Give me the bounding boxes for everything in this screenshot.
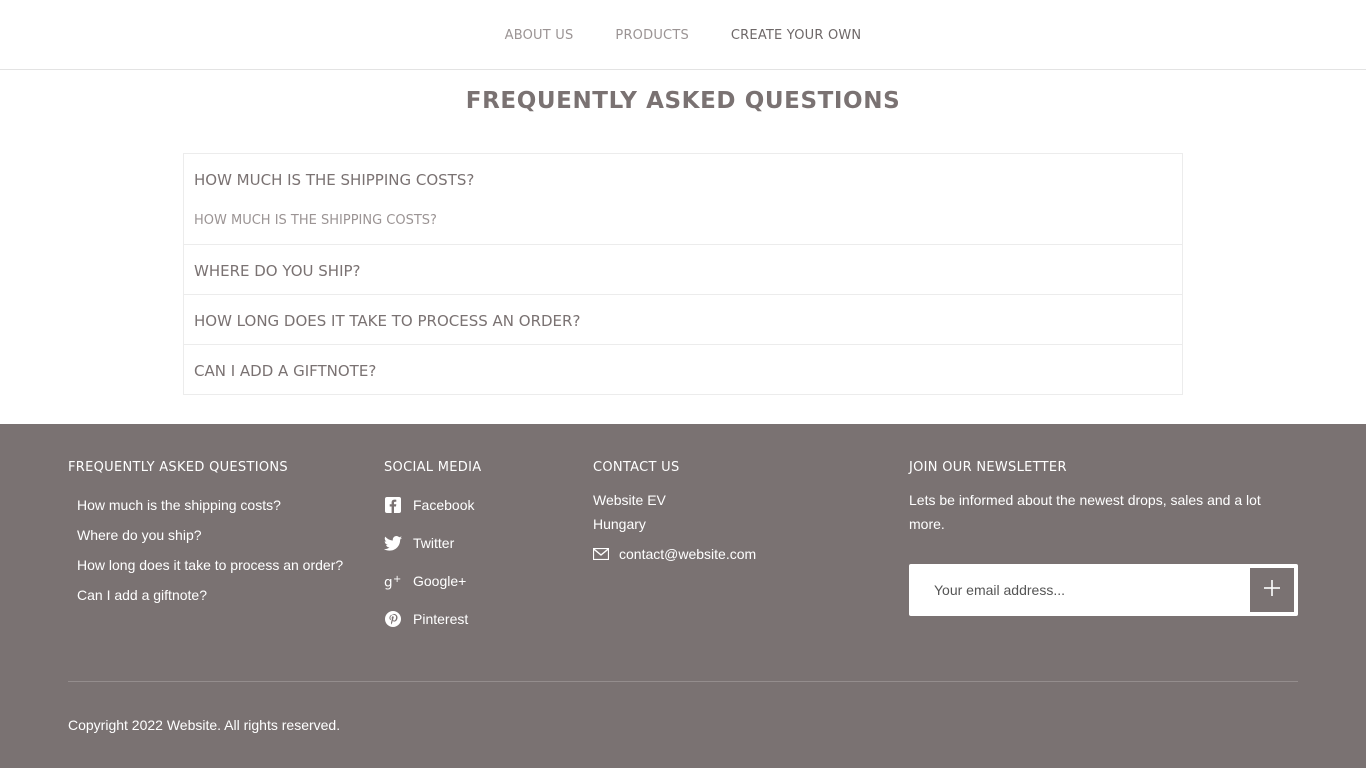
- faq-answer: HOW MUCH IS THE SHIPPING COSTS?: [194, 213, 437, 228]
- social-label: Pinterest: [413, 611, 469, 627]
- social-label: Twitter: [413, 535, 455, 551]
- faq-question[interactable]: HOW LONG DOES IT TAKE TO PROCESS AN ORDE…: [184, 295, 1182, 344]
- footer-faq-link[interactable]: How long does it take to process an orde…: [68, 550, 368, 580]
- pinterest-icon: [384, 610, 402, 628]
- faq-item: HOW MUCH IS THE SHIPPING COSTS? HOW MUCH…: [184, 154, 1182, 245]
- main-nav: ABOUT US PRODUCTS CREATE YOUR OWN: [0, 0, 1366, 70]
- contact-company: Website EV: [593, 492, 666, 508]
- copyright-text: Copyright 2022 Website. All rights reser…: [68, 717, 341, 733]
- footer-faq-heading: FREQUENTLY ASKED QUESTIONS: [68, 460, 288, 475]
- faq-question[interactable]: CAN I ADD A GIFTNOTE?: [184, 345, 1182, 394]
- contact-email: contact@website.com: [619, 546, 757, 562]
- newsletter-description: Lets be informed about the newest drops,…: [909, 492, 1261, 532]
- social-label: Facebook: [413, 497, 475, 513]
- social-link-pinterest[interactable]: Pinterest: [384, 600, 574, 638]
- plus-icon: [1264, 579, 1280, 601]
- faq-question[interactable]: HOW MUCH IS THE SHIPPING COSTS?: [184, 154, 1182, 203]
- envelope-icon: [593, 548, 609, 560]
- faq-item: CAN I ADD A GIFTNOTE?: [184, 345, 1182, 395]
- footer-faq-column: FREQUENTLY ASKED QUESTIONS How much is t…: [68, 460, 368, 610]
- svg-text:g: g: [384, 574, 393, 590]
- footer-faq-link[interactable]: Can I add a giftnote?: [68, 580, 368, 610]
- faq-item: HOW LONG DOES IT TAKE TO PROCESS AN ORDE…: [184, 295, 1182, 345]
- footer-faq-link[interactable]: Where do you ship?: [68, 520, 368, 550]
- newsletter-submit-button[interactable]: [1250, 568, 1294, 612]
- newsletter-email-input[interactable]: [909, 564, 1245, 616]
- facebook-icon: [384, 496, 402, 514]
- nav-products[interactable]: PRODUCTS: [615, 28, 689, 43]
- footer-divider: [68, 681, 1298, 682]
- footer-social-heading: SOCIAL MEDIA: [384, 460, 482, 475]
- social-link-google-plus[interactable]: g + Google+: [384, 562, 574, 600]
- faq-question[interactable]: WHERE DO YOU SHIP?: [184, 245, 1182, 294]
- svg-text:+: +: [393, 574, 401, 585]
- faq-accordion: HOW MUCH IS THE SHIPPING COSTS? HOW MUCH…: [183, 153, 1183, 395]
- social-link-twitter[interactable]: Twitter: [384, 524, 574, 562]
- faq-item: WHERE DO YOU SHIP?: [184, 245, 1182, 295]
- newsletter-form: [909, 564, 1298, 616]
- footer-contact-column: CONTACT US Website EV Hungary contact@we…: [593, 460, 873, 562]
- nav-create-your-own[interactable]: CREATE YOUR OWN: [731, 28, 861, 43]
- footer-contact-heading: CONTACT US: [593, 460, 680, 475]
- social-link-facebook[interactable]: Facebook: [384, 486, 574, 524]
- footer-faq-list: How much is the shipping costs? Where do…: [68, 490, 368, 610]
- footer-faq-link[interactable]: How much is the shipping costs?: [68, 490, 368, 520]
- contact-country: Hungary: [593, 516, 646, 532]
- footer-newsletter-column: JOIN OUR NEWSLETTER Lets be informed abo…: [909, 460, 1298, 616]
- footer-social-column: SOCIAL MEDIA Facebook Twitter g + Google+…: [384, 460, 574, 647]
- contact-address: Website EV Hungary: [593, 488, 873, 536]
- twitter-icon: [384, 534, 402, 552]
- nav-about-us[interactable]: ABOUT US: [505, 28, 574, 43]
- contact-email-link[interactable]: contact@website.com: [593, 546, 873, 562]
- site-footer: FREQUENTLY ASKED QUESTIONS How much is t…: [0, 424, 1366, 768]
- footer-newsletter-heading: JOIN OUR NEWSLETTER: [909, 460, 1067, 475]
- google-plus-icon: g +: [384, 572, 402, 590]
- social-label: Google+: [413, 573, 467, 589]
- page-title: FREQUENTLY ASKED QUESTIONS: [465, 88, 901, 114]
- site-header: ABOUT US PRODUCTS CREATE YOUR OWN: [0, 0, 1366, 70]
